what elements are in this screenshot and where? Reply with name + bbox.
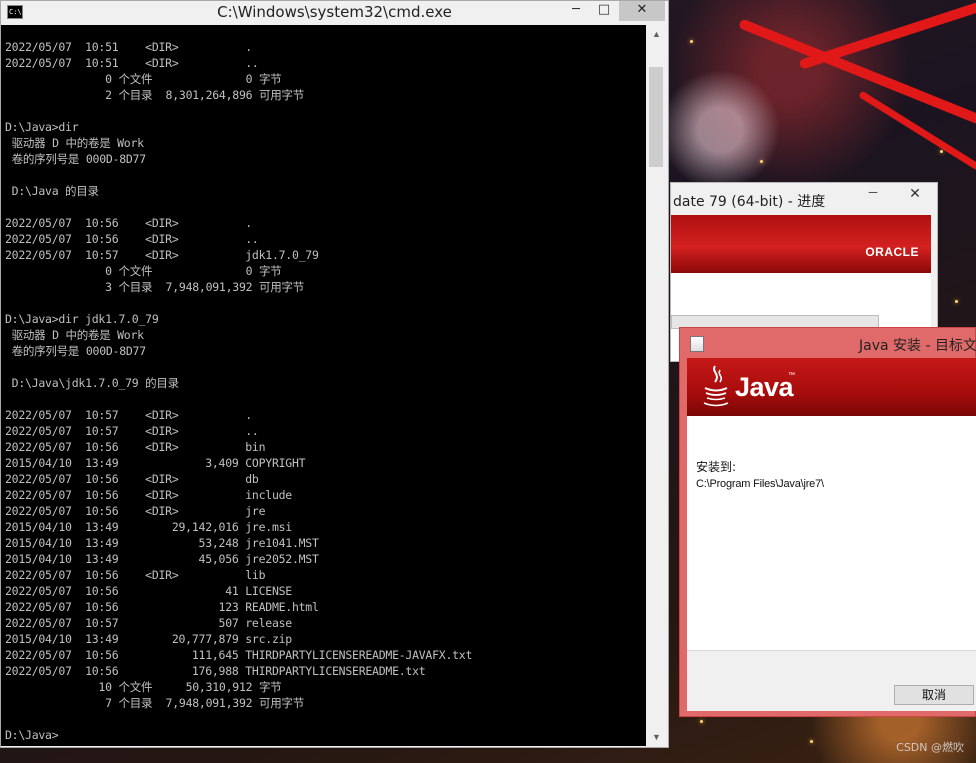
- console-line: 7 个目录 7,948,091,392 可用字节: [5, 696, 304, 710]
- console-line: 2015/04/10 13:49 3,409 COPYRIGHT: [5, 456, 306, 470]
- maximize-button[interactable]: □: [591, 1, 617, 21]
- console-line: 卷的序列号是 000D-8D77: [5, 152, 146, 166]
- console-line: 2022/05/07 10:51 <DIR> .: [5, 40, 252, 54]
- console-line: 2022/05/07 10:57 <DIR> ..: [5, 424, 259, 438]
- java-setup-body: Java ™ 安装到: C:\Program Files\Java\jre7\: [687, 358, 976, 711]
- jdk-installer-title: date 79 (64-bit) - 进度: [673, 194, 826, 210]
- console-line: 2015/04/10 13:49 29,142,016 jre.msi: [5, 520, 292, 534]
- console-line: 3 个目录 7,948,091,392 可用字节: [5, 280, 304, 294]
- console-line: 2022/05/07 10:56 123 README.html: [5, 600, 319, 614]
- console-line: 2022/05/07 10:57 507 release: [5, 616, 292, 630]
- console-line: D:\Java 的目录: [5, 184, 99, 198]
- console-line: 2022/05/07 10:56 <DIR> bin: [5, 440, 266, 454]
- wallpaper-ribbon: [738, 18, 976, 126]
- scroll-down-arrow-icon[interactable]: ▼: [646, 728, 667, 746]
- java-setup-title: Java 安装 - 目标文: [859, 338, 976, 354]
- console-line: 2022/05/07 10:56 <DIR> .: [5, 216, 252, 230]
- java-banner: Java ™: [687, 358, 976, 416]
- cmd-window[interactable]: C:\ C:\Windows\system32\cmd.exe ─ □ ✕ 20…: [0, 0, 669, 748]
- install-to-label: 安装到:: [696, 460, 737, 474]
- console-line: 2022/05/07 10:56 111,645 THIRDPARTYLICEN…: [5, 648, 473, 662]
- installer-icon: [690, 336, 704, 352]
- console-line: 2015/04/10 13:49 45,056 jre2052.MST: [5, 552, 319, 566]
- java-logo: Java: [735, 372, 794, 402]
- console-line: 卷的序列号是 000D-8D77: [5, 344, 146, 358]
- close-button[interactable]: ✕: [619, 1, 665, 21]
- console-line: D:\Java>dir: [5, 120, 79, 134]
- java-setup-titlebar[interactable]: Java 安装 - 目标文: [680, 328, 976, 358]
- vertical-scrollbar[interactable]: ▲ ▼: [646, 25, 667, 746]
- console-line: 2 个目录 8,301,264,896 可用字节: [5, 88, 304, 102]
- wallpaper-spark: [955, 300, 958, 303]
- console-line: D:\Java>: [5, 728, 59, 742]
- console-output[interactable]: 2022/05/07 10:51 <DIR> . 2022/05/07 10:51…: [1, 25, 646, 746]
- console-line: D:\Java\jdk1.7.0_79 的目录: [5, 376, 179, 390]
- console-line: 2022/05/07 10:56 <DIR> include: [5, 488, 292, 502]
- cancel-button[interactable]: 取消: [894, 685, 974, 705]
- wallpaper-ribbon: [798, 0, 976, 70]
- wallpaper-spark: [690, 40, 693, 43]
- csdn-watermark: CSDN @燃吹: [896, 741, 964, 754]
- oracle-logo: ORACLE: [865, 245, 919, 259]
- scroll-up-arrow-icon[interactable]: ▲: [646, 25, 667, 43]
- jdk-banner: ORACLE: [671, 215, 931, 273]
- console-line: 2022/05/07 10:57 <DIR> .: [5, 408, 252, 422]
- minimize-button[interactable]: ─: [563, 1, 589, 21]
- jdk-close-button[interactable]: ✕: [892, 185, 938, 203]
- jdk-minimize-button[interactable]: ─: [863, 185, 883, 203]
- wallpaper-spark: [810, 740, 813, 743]
- install-path: C:\Program Files\Java\jre7\: [696, 478, 824, 490]
- console-line: 驱动器 D 中的卷是 Work: [5, 136, 144, 150]
- console-line: 2022/05/07 10:56 <DIR> db: [5, 472, 259, 486]
- console-line: 10 个文件 50,310,912 字节: [5, 680, 282, 694]
- console-line: 2022/05/07 10:56 41 LICENSE: [5, 584, 292, 598]
- console-line: 2022/05/07 10:56 <DIR> ..: [5, 232, 259, 246]
- console-line: 2022/05/07 10:56 176,988 THIRDPARTYLICEN…: [5, 664, 426, 678]
- console-line: 0 个文件 0 字节: [5, 72, 282, 86]
- java-trademark: ™: [788, 372, 795, 379]
- wallpaper-spark: [760, 160, 763, 163]
- console-line: 2022/05/07 10:51 <DIR> ..: [5, 56, 259, 70]
- scrollbar-thumb[interactable]: [649, 67, 663, 167]
- console-line: 2015/04/10 13:49 53,248 jre1041.MST: [5, 536, 319, 550]
- java-coffee-cup-icon: [703, 365, 729, 407]
- console-line: 2015/04/10 13:49 20,777,879 src.zip: [5, 632, 292, 646]
- console-line: 驱动器 D 中的卷是 Work: [5, 328, 144, 342]
- wallpaper-ribbon: [858, 90, 976, 171]
- java-setup-window[interactable]: Java 安装 - 目标文 Java ™ 安装到: C:\Program Fil…: [679, 327, 976, 717]
- console-line: 2022/05/07 10:57 <DIR> jdk1.7.0_79: [5, 248, 319, 262]
- console-line: D:\Java>dir jdk1.7.0_79: [5, 312, 159, 326]
- console-line: 0 个文件 0 字节: [5, 264, 282, 278]
- console-line: 2022/05/07 10:56 <DIR> jre: [5, 504, 266, 518]
- console-line: 2022/05/07 10:56 <DIR> lib: [5, 568, 266, 582]
- wallpaper-spark: [940, 150, 943, 153]
- wallpaper-spark: [700, 720, 703, 723]
- cmd-titlebar[interactable]: C:\ C:\Windows\system32\cmd.exe ─ □ ✕: [1, 1, 668, 25]
